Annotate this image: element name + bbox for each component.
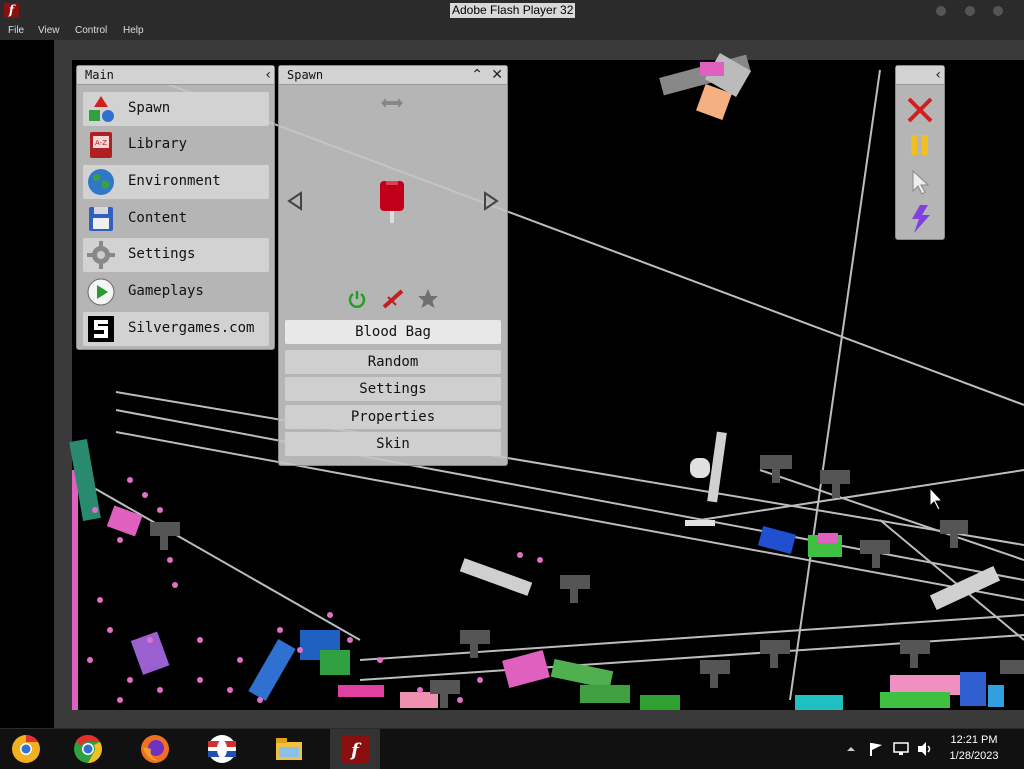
maximize-button[interactable] [965, 6, 975, 16]
main-item-library[interactable]: A-Z Library [83, 128, 269, 162]
taskbar-active-app[interactable]: f [330, 729, 380, 769]
firefox-icon[interactable] [139, 733, 171, 765]
main-item-content[interactable]: Content [83, 202, 269, 236]
power-toggle-icon[interactable] [347, 289, 367, 309]
opera-icon[interactable] [206, 733, 238, 765]
window-titlebar: f Adobe Flash Player 32 [0, 0, 1024, 22]
flash-player-icon: f [341, 735, 369, 763]
window-title: Adobe Flash Player 32 [450, 3, 576, 18]
library-book-icon: A-Z [90, 132, 112, 158]
properties-button[interactable]: Properties [285, 405, 501, 429]
spawn-panel: Spawn ⌃ ✕ Blood Bag Random Settings Prop… [278, 65, 508, 466]
main-panel-title: Main [85, 68, 114, 82]
main-item-label: Spawn [128, 100, 171, 116]
resize-arrows-icon[interactable] [379, 96, 405, 110]
taskbar: f 12:21 PM 1/28/2023 [0, 728, 1024, 769]
blood-bag-icon [380, 181, 404, 223]
settings-button[interactable]: Settings [285, 377, 501, 401]
skin-button[interactable]: Skin [285, 432, 501, 456]
main-item-gameplays[interactable]: Gameplays [83, 275, 269, 309]
game-stage[interactable]: Main ‹ Spawn A-Z Library Environment Con… [0, 40, 1024, 728]
selected-item-name[interactable]: Blood Bag [285, 320, 501, 344]
tool-panel: ‹ [895, 65, 945, 240]
main-item-label: Settings [128, 246, 196, 262]
menu-view[interactable]: View [38, 25, 60, 36]
previous-arrow-icon[interactable] [287, 191, 303, 211]
minimize-button[interactable] [936, 6, 946, 16]
collapse-left-icon[interactable]: ‹ [265, 67, 271, 83]
main-item-spawn[interactable]: Spawn [83, 92, 269, 126]
favorite-star-icon[interactable] [417, 288, 439, 310]
close-icon[interactable]: ✕ [491, 67, 503, 83]
menu-control[interactable]: Control [75, 25, 107, 36]
next-arrow-icon[interactable] [483, 191, 499, 211]
main-item-label: Environment [128, 173, 221, 189]
close-x-icon[interactable] [906, 96, 934, 124]
gear-icon [87, 241, 115, 269]
volume-icon[interactable] [916, 741, 934, 757]
menubar: File View Control Help [0, 22, 1024, 40]
syringe-icon[interactable] [382, 289, 404, 309]
cursor-icon[interactable] [910, 169, 932, 195]
main-item-settings[interactable]: Settings [83, 238, 269, 272]
main-item-label: Silvergames.com [128, 320, 255, 336]
file-explorer-icon[interactable] [273, 733, 305, 765]
collapse-left-icon[interactable]: ‹ [935, 67, 941, 83]
pause-icon[interactable] [908, 133, 932, 157]
action-center-flag-icon[interactable] [868, 741, 884, 757]
spawn-shapes-icon [89, 96, 114, 122]
menu-help[interactable]: Help [123, 25, 144, 36]
main-panel: Main ‹ Spawn A-Z Library Environment Con… [76, 65, 275, 350]
main-panel-header: Main ‹ [77, 66, 274, 85]
chrome-canary-icon[interactable] [10, 733, 42, 765]
main-item-environment[interactable]: Environment [83, 165, 269, 199]
main-item-label: Content [128, 210, 188, 226]
globe-icon [88, 169, 114, 195]
flash-app-icon: f [4, 3, 19, 18]
random-button[interactable]: Random [285, 350, 501, 374]
clock-date[interactable]: 1/28/2023 [939, 750, 1009, 762]
lightning-icon[interactable] [906, 204, 934, 234]
main-item-label: Library [128, 136, 188, 152]
clock-time[interactable]: 12:21 PM [939, 734, 1009, 746]
tray-overflow-icon[interactable] [846, 744, 856, 754]
silvergames-logo-icon [88, 316, 114, 342]
play-icon [87, 278, 115, 306]
main-item-label: Gameplays [128, 283, 204, 299]
chrome-icon[interactable] [72, 733, 104, 765]
spawn-panel-header: Spawn ⌃ ✕ [279, 66, 507, 85]
chevron-up-icon[interactable]: ⌃ [471, 67, 483, 83]
floppy-disk-icon [89, 207, 113, 231]
main-item-silvergames[interactable]: Silvergames.com [83, 312, 269, 346]
spawn-panel-title: Spawn [287, 68, 324, 82]
svg-text:A-Z: A-Z [95, 139, 107, 147]
menu-file[interactable]: File [8, 25, 24, 36]
close-button[interactable] [993, 6, 1003, 16]
tool-panel-header: ‹ [896, 66, 944, 85]
network-icon[interactable] [892, 741, 910, 757]
